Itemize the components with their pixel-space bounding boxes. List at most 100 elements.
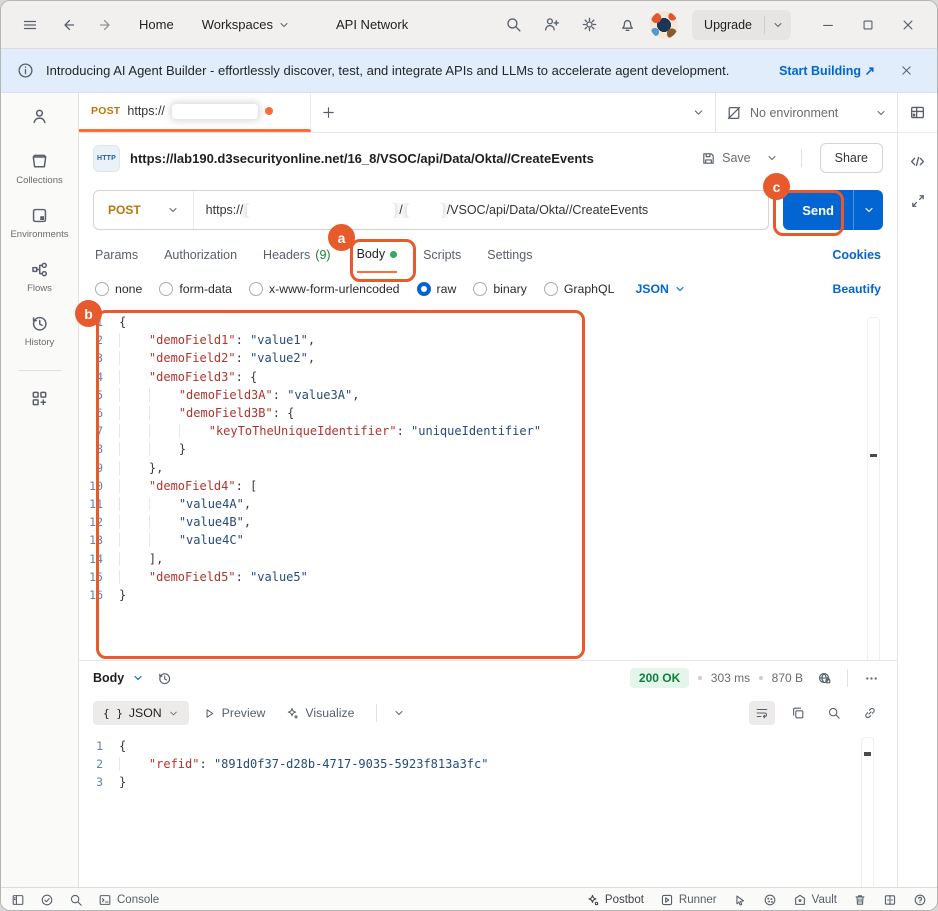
response-scrollbar[interactable] <box>861 737 874 887</box>
sidebar-item-flows[interactable]: Flows <box>27 260 52 294</box>
save-button[interactable]: Save <box>701 151 751 166</box>
postbot-button[interactable]: Postbot <box>586 893 644 907</box>
tab-headers[interactable]: Headers(9) <box>263 237 331 273</box>
forward-arrow-icon[interactable] <box>91 10 121 40</box>
search-response-button[interactable] <box>821 701 847 725</box>
minimize-icon[interactable] <box>813 10 843 40</box>
upgrade-button[interactable]: Upgrade <box>692 10 791 40</box>
environment-quick-look[interactable] <box>898 93 937 133</box>
separator-dot <box>698 676 702 680</box>
cookies-link[interactable]: Cookies <box>832 248 881 262</box>
runner-button[interactable]: Runner <box>660 893 717 907</box>
response-more-icon[interactable] <box>859 666 883 690</box>
search-icon[interactable] <box>498 10 528 40</box>
tab-body[interactable]: Body <box>357 237 398 273</box>
tab-authorization[interactable]: Authorization <box>164 237 237 273</box>
response-view-selector[interactable]: Body <box>93 671 124 685</box>
nav-workspaces[interactable]: Workspaces <box>192 11 300 38</box>
code-line: 16} <box>79 586 897 604</box>
sidebar-item-environments[interactable]: Environments <box>10 206 68 240</box>
response-format-selector[interactable]: { } JSON <box>93 701 189 725</box>
console-icon <box>98 893 112 907</box>
request-tab[interactable]: POST https:// <box>79 93 311 132</box>
send-button[interactable]: Send <box>783 190 853 230</box>
response-size[interactable]: 870 B <box>772 671 803 685</box>
tab-settings[interactable]: Settings <box>487 237 532 273</box>
wrap-lines-button[interactable] <box>749 701 775 725</box>
find-button[interactable] <box>69 893 83 907</box>
line-number: 1 <box>79 737 119 755</box>
back-arrow-icon[interactable] <box>53 10 83 40</box>
trash-button[interactable] <box>853 893 867 907</box>
status-check-button[interactable] <box>40 893 54 907</box>
response-tools-right <box>749 701 883 725</box>
cookies-footer-button[interactable] <box>763 893 777 907</box>
help-icon <box>913 893 927 907</box>
tab-params[interactable]: Params <box>95 237 138 273</box>
line-number: 16 <box>79 586 119 604</box>
console-button[interactable]: Console <box>98 893 159 907</box>
more-views-chevron[interactable] <box>393 707 405 719</box>
title-divider <box>801 149 802 167</box>
code-snippet-button[interactable] <box>898 141 937 181</box>
play-outline-icon <box>203 707 216 720</box>
beautify-link[interactable]: Beautify <box>832 282 881 296</box>
hamburger-menu-icon[interactable] <box>15 10 45 40</box>
sidebar-item-history[interactable]: History <box>25 314 55 348</box>
response-scroll-thumb[interactable] <box>864 752 871 756</box>
response-body-viewer[interactable]: 1{2 "refid": "891d0f37-d28b-4717-9035-59… <box>79 731 897 887</box>
link-button[interactable] <box>857 701 883 725</box>
split-panel-button[interactable] <box>883 893 897 907</box>
visualize-tab[interactable]: Visualize <box>279 706 360 720</box>
banner-close-icon[interactable] <box>891 56 921 86</box>
mode-none[interactable]: none <box>95 282 142 296</box>
request-body-editor[interactable]: 1{2 "demoField1": "value1",3 "demoField2… <box>79 305 897 661</box>
settings-gear-icon[interactable] <box>574 10 604 40</box>
url-input[interactable]: https:// / /VSOC/api/Data/Okta//CreateEv… <box>194 203 769 218</box>
preview-tab[interactable]: Preview <box>197 706 272 720</box>
environment-selector[interactable]: No environment <box>715 93 897 132</box>
chevron-down-icon[interactable] <box>132 672 144 684</box>
tab-list-chevron[interactable] <box>681 93 715 132</box>
mode-urlencoded[interactable]: x-www-form-urlencoded <box>249 282 400 296</box>
upgrade-chevron-icon[interactable] <box>765 19 791 31</box>
help-button[interactable] <box>913 893 927 907</box>
method-selector[interactable]: POST <box>94 191 194 229</box>
editor-scroll-thumb[interactable] <box>870 454 877 457</box>
nav-api-network[interactable]: API Network <box>326 11 418 38</box>
line-number: 14 <box>79 550 119 568</box>
send-options-chevron[interactable] <box>853 190 883 230</box>
redacted-host-blur <box>247 203 395 218</box>
new-tab-button[interactable] <box>311 93 345 132</box>
mode-raw[interactable]: raw <box>417 282 457 296</box>
capture-requests-button[interactable] <box>733 893 747 907</box>
start-building-link[interactable]: Start Building ↗ <box>779 63 875 78</box>
language-selector[interactable]: JSON <box>635 282 686 296</box>
user-avatar[interactable] <box>650 11 678 39</box>
save-options-chevron[interactable] <box>761 143 783 173</box>
share-button[interactable]: Share <box>820 143 883 173</box>
sidebar-item-account[interactable] <box>30 107 49 126</box>
maximize-icon[interactable] <box>853 10 883 40</box>
status-badge[interactable]: 200 OK <box>630 668 689 688</box>
mode-form-data[interactable]: form-data <box>159 282 232 296</box>
mode-graphql[interactable]: GraphQL <box>544 282 615 296</box>
toggle-sidebar-button[interactable] <box>11 893 25 907</box>
network-info-icon[interactable] <box>812 666 836 690</box>
invite-user-icon[interactable] <box>536 10 566 40</box>
editor-scrollbar[interactable] <box>867 317 880 660</box>
code-line: 9 }, <box>79 459 897 477</box>
sidebar-item-collections[interactable]: Collections <box>16 152 62 186</box>
chevron-down-icon[interactable] <box>875 107 887 119</box>
collapse-panel-button[interactable] <box>898 181 937 221</box>
tab-scripts[interactable]: Scripts <box>423 237 461 273</box>
close-window-icon[interactable] <box>893 10 923 40</box>
mode-binary[interactable]: binary <box>473 282 527 296</box>
notifications-bell-icon[interactable] <box>612 10 642 40</box>
response-time[interactable]: 303 ms <box>711 671 750 685</box>
vault-button[interactable]: Vault <box>793 893 837 907</box>
nav-home[interactable]: Home <box>129 11 184 38</box>
response-history-icon[interactable] <box>152 666 176 690</box>
copy-button[interactable] <box>785 701 811 725</box>
sidebar-item-more-blocks[interactable] <box>30 389 49 408</box>
